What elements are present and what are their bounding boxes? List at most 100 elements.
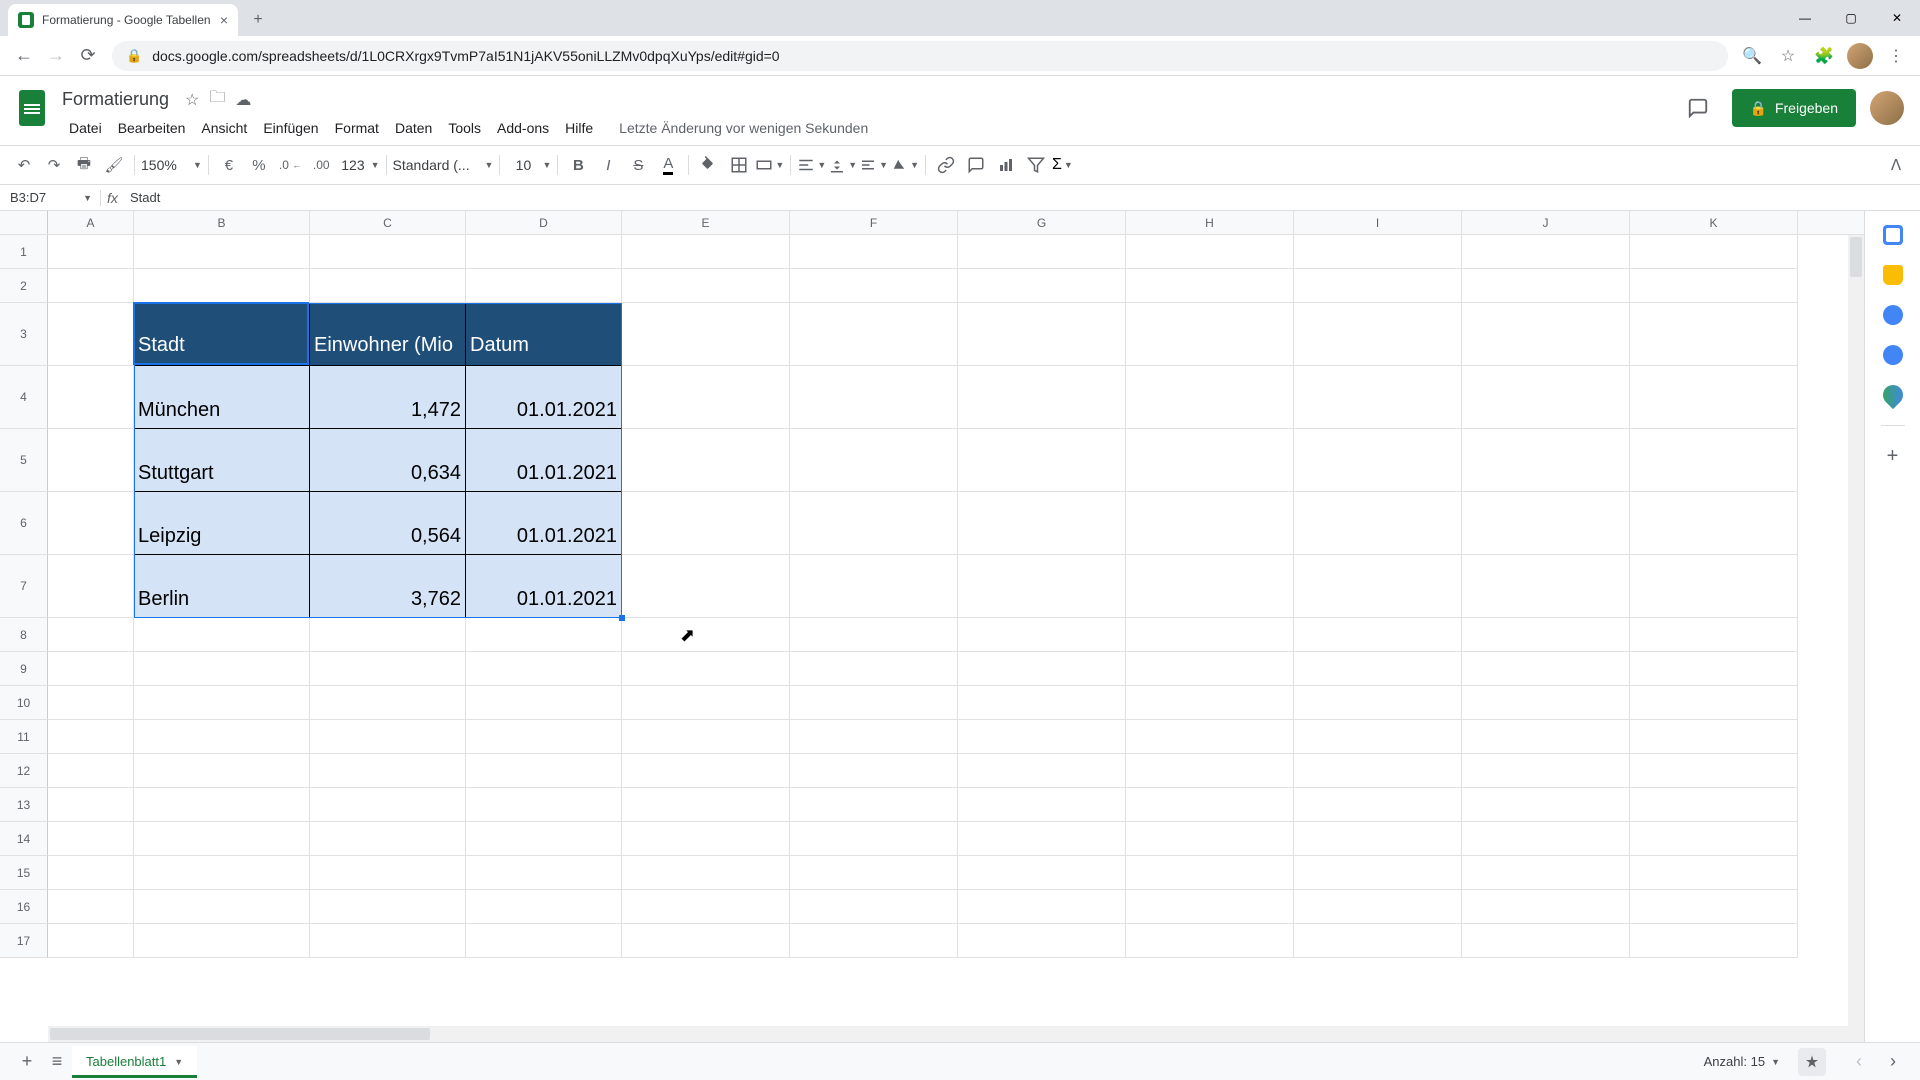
cell[interactable] <box>134 686 310 720</box>
cell[interactable] <box>790 618 958 652</box>
cell[interactable] <box>48 303 134 366</box>
cell[interactable]: Datum <box>466 303 622 366</box>
cell[interactable] <box>622 890 790 924</box>
bold-button[interactable]: B <box>564 151 592 179</box>
cell[interactable] <box>1294 924 1462 958</box>
cell[interactable] <box>1294 235 1462 269</box>
row-header[interactable]: 17 <box>0 924 48 958</box>
cell[interactable] <box>48 924 134 958</box>
cell[interactable] <box>958 366 1126 429</box>
cell[interactable] <box>1630 890 1798 924</box>
cell[interactable] <box>466 720 622 754</box>
cell[interactable] <box>622 788 790 822</box>
cell[interactable] <box>134 720 310 754</box>
cell[interactable] <box>1294 366 1462 429</box>
row-header[interactable]: 5 <box>0 429 48 492</box>
redo-button[interactable]: ↷ <box>40 151 68 179</box>
cell[interactable] <box>310 822 466 856</box>
cell[interactable] <box>1126 686 1294 720</box>
cell[interactable] <box>1294 890 1462 924</box>
cell[interactable] <box>1126 555 1294 618</box>
cell[interactable] <box>134 890 310 924</box>
column-header-K[interactable]: K <box>1630 211 1798 234</box>
cell[interactable] <box>1462 686 1630 720</box>
cell[interactable] <box>1630 555 1798 618</box>
cell[interactable] <box>1294 754 1462 788</box>
cell[interactable] <box>466 652 622 686</box>
cell[interactable] <box>1462 754 1630 788</box>
cell[interactable] <box>48 492 134 555</box>
cell[interactable] <box>622 924 790 958</box>
cell[interactable]: 01.01.2021 <box>466 492 622 555</box>
cell[interactable] <box>1630 269 1798 303</box>
cell[interactable] <box>1462 303 1630 366</box>
explore-button[interactable] <box>1798 1048 1826 1076</box>
column-header-B[interactable]: B <box>134 211 310 234</box>
cell[interactable] <box>1630 754 1798 788</box>
menu-data[interactable]: Daten <box>388 117 439 139</box>
fill-color-button[interactable] <box>695 151 723 179</box>
row-header[interactable]: 2 <box>0 269 48 303</box>
row-header[interactable]: 4 <box>0 366 48 429</box>
cell[interactable] <box>958 303 1126 366</box>
cell[interactable] <box>466 890 622 924</box>
menu-help[interactable]: Hilfe <box>558 117 600 139</box>
cell[interactable] <box>310 686 466 720</box>
cell[interactable] <box>958 555 1126 618</box>
cell[interactable] <box>1462 720 1630 754</box>
fill-handle[interactable] <box>619 615 625 621</box>
cell[interactable] <box>1630 720 1798 754</box>
cell[interactable] <box>1630 652 1798 686</box>
cell[interactable] <box>790 890 958 924</box>
cell[interactable] <box>134 856 310 890</box>
cell[interactable] <box>958 492 1126 555</box>
cell[interactable] <box>1294 686 1462 720</box>
add-addon-icon[interactable]: + <box>1883 446 1903 466</box>
formula-input[interactable]: Stadt <box>124 190 160 205</box>
document-title[interactable]: Formatierung <box>56 87 175 112</box>
cell[interactable] <box>134 924 310 958</box>
back-button[interactable]: ← <box>8 40 40 72</box>
cell[interactable] <box>134 822 310 856</box>
cell[interactable] <box>958 720 1126 754</box>
currency-button[interactable]: € <box>215 151 243 179</box>
borders-button[interactable] <box>725 151 753 179</box>
cell[interactable] <box>1630 686 1798 720</box>
cell[interactable] <box>1294 618 1462 652</box>
cell[interactable] <box>622 269 790 303</box>
account-avatar[interactable] <box>1870 91 1904 125</box>
cell[interactable] <box>1294 429 1462 492</box>
row-header[interactable]: 12 <box>0 754 48 788</box>
cell[interactable] <box>1294 269 1462 303</box>
cell[interactable] <box>622 366 790 429</box>
row-header[interactable]: 14 <box>0 822 48 856</box>
cell[interactable] <box>1462 492 1630 555</box>
cell[interactable] <box>622 720 790 754</box>
cell[interactable] <box>1126 754 1294 788</box>
cell[interactable]: 01.01.2021 <box>466 429 622 492</box>
cell[interactable] <box>48 555 134 618</box>
cell[interactable] <box>134 788 310 822</box>
cell[interactable] <box>48 429 134 492</box>
menu-view[interactable]: Ansicht <box>194 117 254 139</box>
cell[interactable] <box>310 890 466 924</box>
cell[interactable] <box>790 788 958 822</box>
functions-dropdown[interactable]: Σ ▼ <box>1052 156 1073 174</box>
cell[interactable] <box>1462 788 1630 822</box>
cell[interactable]: Einwohner (Mio <box>310 303 466 366</box>
cell[interactable] <box>1294 788 1462 822</box>
new-tab-button[interactable]: + <box>244 6 272 34</box>
cell[interactable] <box>790 686 958 720</box>
font-size-dropdown[interactable]: 10 ▼ <box>506 157 551 173</box>
row-header[interactable]: 15 <box>0 856 48 890</box>
cell[interactable] <box>1462 822 1630 856</box>
cell[interactable] <box>1126 856 1294 890</box>
paint-format-button[interactable]: 🖌 <box>100 151 128 179</box>
move-icon[interactable]: 🗀 <box>209 86 225 113</box>
cell[interactable] <box>1294 856 1462 890</box>
cell[interactable]: 1,472 <box>310 366 466 429</box>
cell[interactable] <box>48 890 134 924</box>
cell[interactable] <box>466 618 622 652</box>
cell[interactable] <box>958 890 1126 924</box>
cell[interactable] <box>790 652 958 686</box>
